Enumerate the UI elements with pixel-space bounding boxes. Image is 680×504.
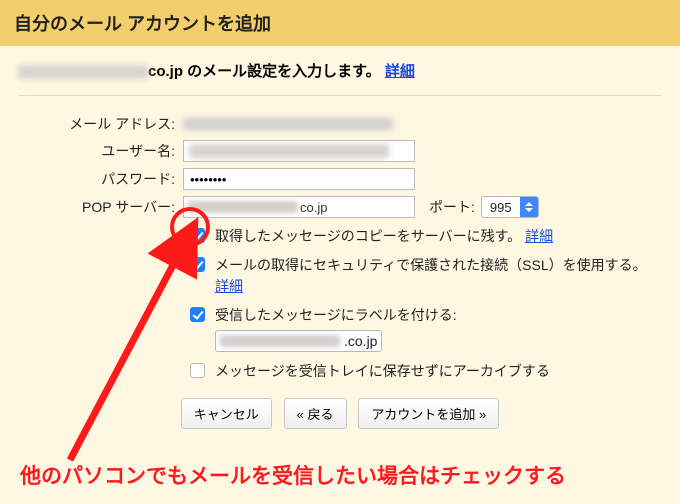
email-value-redacted <box>183 117 393 131</box>
pop-server-redacted <box>188 201 298 213</box>
pop-server-input[interactable]: co.jp <box>183 196 415 218</box>
divider <box>18 95 662 96</box>
button-row: キャンセル « 戻る アカウントを追加 » <box>18 398 662 429</box>
option-label-text: 受信したメッセージにラベルを付ける: <box>215 307 457 323</box>
options-group: 取得したメッセージのコピーをサーバーに残す。 詳細 メールの取得にセキュリティで… <box>190 226 662 382</box>
label-password: パスワード: <box>18 169 183 189</box>
option-ssl-text: メールの取得にセキュリティで保護された接続（SSL）を使用する。 <box>215 257 647 273</box>
checkbox-leave-copy[interactable] <box>190 228 205 243</box>
label-select-suffix: .co.jp <box>344 331 381 351</box>
label-pop-server: POP サーバー: <box>18 197 183 217</box>
port-value: 995 <box>482 197 520 217</box>
username-value-redacted <box>189 144 389 158</box>
subheading: co.jp のメール設定を入力します。 詳細 <box>0 46 680 89</box>
label-username: ユーザー名: <box>18 141 183 161</box>
label-email: メール アドレス: <box>18 114 183 134</box>
form: メール アドレス: ユーザー名: パスワード: POP サーバー: co.jp … <box>0 102 680 439</box>
cancel-button[interactable]: キャンセル <box>181 398 272 429</box>
option-leave-copy-link[interactable]: 詳細 <box>525 228 553 244</box>
annotation-text: 他のパソコンでもメールを受信したい場合はチェックする <box>20 460 666 490</box>
label-select-redacted <box>220 335 340 347</box>
redacted-email-prefix <box>18 65 148 79</box>
label-select[interactable]: .co.jp <box>215 330 382 352</box>
add-account-panel: 自分のメール アカウントを追加 co.jp のメール設定を入力します。 詳細 メ… <box>0 0 680 504</box>
checkbox-label[interactable] <box>190 307 205 322</box>
subheading-suffix: co.jp のメール設定を入力します。 <box>148 63 381 80</box>
option-leave-copy-text: 取得したメッセージのコピーをサーバーに残す。 <box>215 228 521 244</box>
details-link[interactable]: 詳細 <box>385 63 415 80</box>
port-select[interactable]: 995 <box>481 196 539 218</box>
back-button[interactable]: « 戻る <box>284 398 347 429</box>
checkbox-ssl[interactable] <box>190 257 205 272</box>
label-port: ポート: <box>429 197 475 217</box>
select-stepper-icon <box>520 197 538 217</box>
option-ssl-link[interactable]: 詳細 <box>215 278 243 294</box>
option-archive-text: メッセージを受信トレイに保存せずにアーカイブする <box>215 363 550 379</box>
checkbox-archive[interactable] <box>190 363 205 378</box>
password-input[interactable] <box>183 168 415 190</box>
dialog-title: 自分のメール アカウントを追加 <box>0 0 680 46</box>
pop-server-suffix: co.jp <box>300 200 327 215</box>
add-account-button[interactable]: アカウントを追加 » <box>358 398 499 429</box>
